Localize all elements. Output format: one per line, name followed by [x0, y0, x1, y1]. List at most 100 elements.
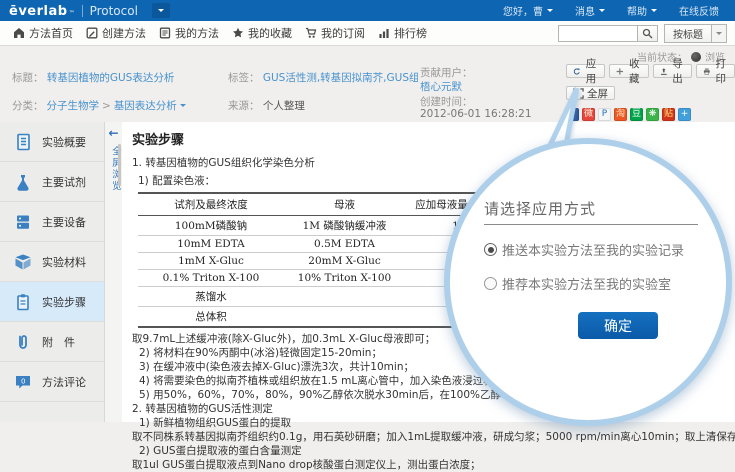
feedback-label: 在线反馈	[679, 3, 719, 18]
share-taobao-icon[interactable]: 淘	[614, 108, 627, 121]
sidebar-item-steps[interactable]: 实验步骤	[0, 282, 104, 322]
radio-selected-icon[interactable]	[484, 243, 497, 256]
chevron-down-icon	[547, 9, 553, 15]
sidebar-item-materials[interactable]: 实验材料	[0, 242, 104, 282]
category-level1-link[interactable]: 分子生物学	[47, 98, 100, 113]
document-icon	[159, 27, 171, 39]
collapse-arrow-icon[interactable]: ←	[105, 126, 122, 140]
feedback-link[interactable]: 在线反馈	[679, 3, 719, 18]
chevron-down-icon	[599, 9, 605, 15]
share-weibo-icon[interactable]: 微	[582, 108, 595, 121]
home-icon	[13, 27, 25, 39]
created-value: 2012-06-01 16:28:21	[420, 108, 532, 120]
confirm-button[interactable]: 确定	[578, 312, 658, 339]
cart-icon	[305, 27, 317, 39]
popup-title: 请选择应用方式	[484, 198, 596, 219]
share-more-icon[interactable]: +	[678, 108, 691, 121]
protocol-title-row: 标题： 转基因植物的GUS表达分析	[12, 70, 174, 85]
nav-my-favorites[interactable]: 我的收藏	[232, 25, 292, 41]
chevron-down-icon[interactable]	[180, 104, 186, 110]
sidebar-item-equipment[interactable]: 主要设备	[0, 202, 104, 242]
created-label: 创建时间：	[420, 94, 473, 109]
product-switcher-dropdown[interactable]	[152, 3, 170, 18]
export-button[interactable]: 导出	[653, 64, 692, 78]
logo-divider	[82, 5, 83, 17]
option-recommend-to-lab[interactable]: 推荐本实验方法至我的实验室	[484, 274, 671, 293]
main-nav-bar: 方法首页 创建方法 我的方法 我的收藏 我的订阅 排行榜 按标题	[0, 21, 735, 46]
scrollbar-thumb[interactable]	[118, 144, 121, 186]
table-header: 试剂及最终浓度	[138, 193, 284, 216]
share-pengyou-icon[interactable]: P	[598, 108, 611, 121]
sidebar-item-reagents[interactable]: 主要试剂	[0, 162, 104, 202]
user-menu[interactable]: 您好，曹	[503, 3, 553, 18]
search-icon	[642, 28, 653, 39]
search-button[interactable]	[638, 25, 658, 42]
star-icon	[232, 27, 244, 39]
section-sidebar: 实验概要 主要试剂 主要设备 实验材料	[0, 122, 105, 422]
share-tieba-icon[interactable]: 贴	[662, 108, 675, 121]
apply-method-popup: 请选择应用方式 推送本实验方法至我的实验记录 推荐本实验方法至我的实验室 确定	[444, 138, 732, 426]
topbar-user-menu-group: 您好，曹 消息 帮助 在线反馈	[503, 3, 735, 18]
product-name: Protocol	[90, 4, 138, 18]
procedure-line: 2) GUS蛋白提取液的蛋白含量测定	[132, 445, 735, 458]
edit-icon	[86, 27, 98, 39]
comment-bubble-icon: 0	[13, 372, 33, 392]
collapse-strip: ← 全屏浏览	[105, 122, 122, 422]
table-header: 母液	[284, 193, 405, 216]
chevron-down-icon	[651, 9, 657, 15]
search-filter-value: 按标题	[665, 26, 711, 41]
protocol-title-link[interactable]: 转基因植物的GUS表达分析	[47, 72, 175, 84]
apply-button[interactable]: 应用	[566, 64, 605, 78]
top-navigation-bar: ēverlab ™ Protocol 您好，曹 消息 帮助 在线反馈	[0, 0, 735, 21]
export-icon	[660, 66, 668, 77]
sidebar-item-overview[interactable]: 实验概要	[0, 122, 104, 162]
option-label: 推荐本实验方法至我的实验室	[502, 274, 671, 293]
nav-method-home[interactable]: 方法首页	[13, 25, 73, 41]
fullscreen-icon	[573, 88, 584, 99]
nav-create-method[interactable]: 创建方法	[86, 25, 146, 41]
share-douban-icon[interactable]: 豆	[630, 108, 643, 121]
procedure-line: 取1ul GUS蛋白提取液点到Nano drop核酸蛋白测定仪上，测出蛋白浓度；	[132, 459, 735, 472]
search-filter-select[interactable]: 按标题	[664, 24, 727, 43]
box-icon	[13, 252, 33, 272]
fullscreen-button-row: 全屏	[566, 86, 615, 102]
option-push-to-records[interactable]: 推送本实验方法至我的实验记录	[484, 240, 684, 259]
document-icon	[13, 132, 33, 152]
option-label: 推送本实验方法至我的实验记录	[502, 240, 684, 259]
help-menu[interactable]: 帮助	[627, 3, 657, 18]
share-kaixin-icon[interactable]: ❋	[646, 108, 659, 121]
nav-ranking[interactable]: 排行榜	[378, 25, 427, 41]
procedure-line: 取不同株系转基因拟南芥组织约0.1g，用石英砂研磨；加入1mL提取缓冲液，研成匀…	[132, 431, 735, 444]
protocol-tags-row: 标签： GUS活性测,转基因拟南芥,GUS组织化..	[228, 70, 418, 85]
favorite-button[interactable]: 收藏	[609, 64, 648, 78]
contributor-label: 贡献用户：	[420, 65, 473, 80]
contributor-link[interactable]: 梧心元默	[420, 79, 462, 94]
share-renren-icon[interactable]: f	[566, 108, 579, 121]
procedure-line: 1) 新鲜植物组织GUS蛋白的提取	[132, 417, 735, 430]
greeting-label: 您好，曹	[503, 3, 543, 18]
everlab-logo[interactable]: ēverlab ™ Protocol	[9, 3, 138, 19]
sidebar-item-attachments[interactable]: 附 件	[0, 322, 104, 362]
paperclip-icon	[13, 332, 33, 352]
nav-my-methods[interactable]: 我的方法	[159, 25, 219, 41]
printer-icon	[703, 66, 711, 77]
steps-heading: 实验步骤	[132, 129, 735, 148]
chevron-down-icon	[158, 9, 164, 15]
search-input[interactable]	[558, 25, 638, 42]
sidebar-item-comments[interactable]: 0 方法评论	[0, 362, 104, 402]
messages-label: 消息	[575, 3, 595, 18]
tags-links[interactable]: GUS活性测,转基因拟南芥,GUS组织化..	[263, 72, 418, 84]
svg-text:0: 0	[21, 377, 25, 385]
category-level2-link[interactable]: 基因表达分析	[114, 98, 177, 113]
nav-my-subscriptions[interactable]: 我的订阅	[305, 25, 365, 41]
messages-menu[interactable]: 消息	[575, 3, 605, 18]
protocol-source-row: 来源： 个人整理	[228, 98, 305, 113]
logo-text: ēverlab	[9, 3, 68, 19]
fullscreen-button[interactable]: 全屏	[566, 86, 615, 100]
chevron-down-icon[interactable]	[711, 25, 726, 42]
radio-unselected-icon[interactable]	[484, 277, 497, 290]
protocol-category-row: 分类： 分子生物学 > 基因表达分析	[12, 98, 186, 113]
action-buttons-row: 应用 收藏 导出 打印	[566, 64, 735, 78]
equipment-icon	[13, 212, 33, 232]
print-button[interactable]: 打印	[696, 64, 735, 78]
